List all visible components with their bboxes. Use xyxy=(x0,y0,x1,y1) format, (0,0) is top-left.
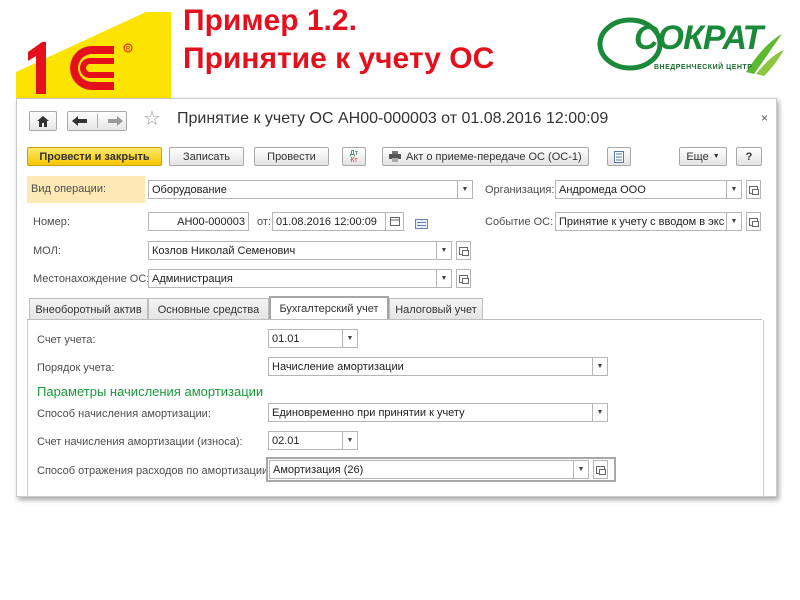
back-arrow-icon[interactable] xyxy=(71,115,93,127)
post-and-close-button[interactable]: Провести и закрыть xyxy=(27,147,162,166)
account-dropdown-icon[interactable]: ▼ xyxy=(343,329,358,348)
number-field[interactable]: АН00-000003 xyxy=(148,212,249,231)
more-label: Еще xyxy=(686,150,709,163)
help-button[interactable]: ? xyxy=(736,147,762,166)
slide-title-line2: Принятие к учету ОС xyxy=(183,42,495,75)
chevron-down-icon: ▼ xyxy=(712,153,720,160)
home-button[interactable] xyxy=(29,111,57,131)
sokrat-wordmark: СОКРАТ xyxy=(634,19,763,57)
slide-title: Пример 1.2. Принятие к учету ОС xyxy=(183,2,494,78)
method-label: Способ начисления амортизации: xyxy=(37,408,211,420)
deprec-account-field[interactable]: 02.01 xyxy=(268,431,343,450)
depreciation-section-title: Параметры начисления амортизации xyxy=(37,384,264,399)
1c-logo: R xyxy=(16,12,171,100)
printer-icon xyxy=(389,151,401,162)
expense-field[interactable]: Амортизация (26) xyxy=(269,460,574,479)
organization-open-icon[interactable] xyxy=(746,180,761,199)
date-field[interactable]: 01.08.2016 12:00:09 xyxy=(272,212,386,231)
tab-fixed-assets[interactable]: Основные средства xyxy=(148,298,269,320)
slide-title-line1: Пример 1.2. xyxy=(183,4,357,37)
event-dropdown-icon[interactable]: ▼ xyxy=(727,212,742,231)
history-nav xyxy=(67,111,127,131)
organization-dropdown-icon[interactable]: ▼ xyxy=(727,180,742,199)
comment-icon[interactable] xyxy=(415,216,428,234)
expense-dropdown-icon[interactable]: ▼ xyxy=(574,460,589,479)
number-label: Номер: xyxy=(33,216,70,228)
method-field[interactable]: Единовременно при принятии к учету xyxy=(268,403,593,422)
account-label: Счет учета: xyxy=(37,334,96,346)
close-icon[interactable]: × xyxy=(761,111,768,125)
expense-field-group: Амортизация (26) ▼ xyxy=(266,457,616,482)
more-button[interactable]: Еще ▼ xyxy=(679,147,727,166)
event-label: Событие ОС: xyxy=(485,216,554,228)
mol-dropdown-icon[interactable]: ▼ xyxy=(437,241,452,260)
forward-arrow-icon[interactable] xyxy=(102,115,124,127)
organization-label: Организация: xyxy=(485,184,555,196)
order-field[interactable]: Начисление амортизации xyxy=(268,357,593,376)
event-field[interactable]: Принятие к учету с вводом в экс xyxy=(555,212,727,231)
act-print-button[interactable]: Акт о приеме-передаче ОС (ОС-1) xyxy=(382,147,589,166)
date-from-label: от: xyxy=(257,216,271,228)
save-button[interactable]: Записать xyxy=(169,147,244,166)
post-button[interactable]: Провести xyxy=(254,147,329,166)
report-icon xyxy=(614,150,624,163)
expense-label: Способ отражения расходов по амортизации… xyxy=(37,465,272,477)
dt-label: Дт xyxy=(350,149,358,157)
operation-field[interactable]: Оборудование xyxy=(148,180,458,199)
deprec-account-label: Счет начисления амортизации (износа): xyxy=(37,436,243,448)
operation-dropdown-icon[interactable]: ▼ xyxy=(458,180,473,199)
expense-open-icon[interactable] xyxy=(593,460,608,479)
order-dropdown-icon[interactable]: ▼ xyxy=(593,357,608,376)
tab-accounting[interactable]: Бухгалтерский учет xyxy=(269,296,389,320)
mol-label: МОЛ: xyxy=(33,245,61,257)
window-title: Принятие к учету ОС АН00-000003 от 01.08… xyxy=(177,110,609,127)
order-label: Порядок учета: xyxy=(37,362,115,374)
kt-label: Кт xyxy=(350,156,358,164)
svg-text:R: R xyxy=(126,47,131,53)
calendar-icon[interactable] xyxy=(386,212,404,231)
star-icon[interactable]: ☆ xyxy=(143,109,161,129)
home-icon xyxy=(37,115,49,127)
tab-tax-accounting[interactable]: Налоговый учет xyxy=(389,298,483,320)
operation-label: Вид операции: xyxy=(27,176,145,203)
location-label: Местонахождение ОС: xyxy=(33,273,150,285)
deprec-account-dropdown-icon[interactable]: ▼ xyxy=(343,431,358,450)
report-button[interactable] xyxy=(607,147,631,166)
document-window: × ☆ Принятие к учету ОС АН00-000003 от 0… xyxy=(16,98,777,497)
sokrat-logo: СОКРАТ ВНЕДРЕНЧЕСКИЙ ЦЕНТР xyxy=(596,14,786,82)
location-dropdown-icon[interactable]: ▼ xyxy=(437,269,452,288)
mol-field[interactable]: Козлов Николай Семенович xyxy=(148,241,437,260)
act-print-label: Акт о приеме-передаче ОС (ОС-1) xyxy=(406,150,582,163)
event-open-icon[interactable] xyxy=(746,212,761,231)
dtkt-button[interactable]: Дт Кт xyxy=(342,147,366,166)
account-field[interactable]: 01.01 xyxy=(268,329,343,348)
location-open-icon[interactable] xyxy=(456,269,471,288)
location-field[interactable]: Администрация xyxy=(148,269,437,288)
tab-noncurrent-asset[interactable]: Внеоборотный актив xyxy=(29,298,148,320)
method-dropdown-icon[interactable]: ▼ xyxy=(593,403,608,422)
mol-open-icon[interactable] xyxy=(456,241,471,260)
organization-field[interactable]: Андромеда ООО xyxy=(555,180,727,199)
sokrat-subtitle: ВНЕДРЕНЧЕСКИЙ ЦЕНТР xyxy=(654,64,753,71)
